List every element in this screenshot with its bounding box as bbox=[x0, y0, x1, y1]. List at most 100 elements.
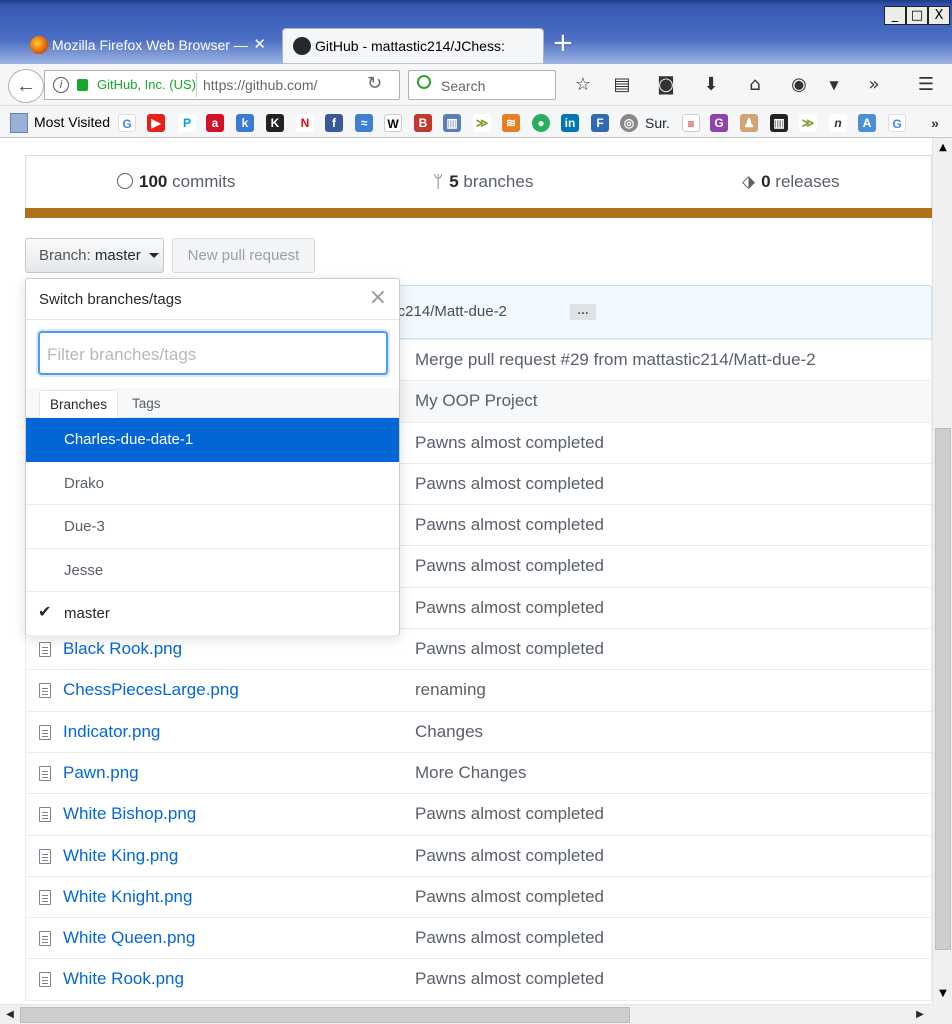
commit-message-link[interactable]: Pawns almost completed bbox=[415, 928, 604, 948]
pocket-icon[interactable]: ◙ bbox=[654, 74, 678, 96]
bookmark-icon[interactable]: K bbox=[266, 114, 284, 132]
commit-message-link[interactable]: Pawns almost completed bbox=[415, 598, 604, 618]
bookmark-icon[interactable]: ▥ bbox=[443, 114, 461, 132]
site-identity[interactable]: GitHub, Inc. (US) bbox=[97, 77, 196, 92]
scroll-left-icon[interactable]: ◀ bbox=[2, 1007, 18, 1023]
commit-message-link[interactable]: Pawns almost completed bbox=[415, 433, 604, 453]
commit-message-link[interactable]: Pawns almost completed bbox=[415, 474, 604, 494]
close-icon[interactable]: × bbox=[369, 285, 387, 310]
bookmark-icon[interactable]: F bbox=[591, 114, 609, 132]
releases-link[interactable]: ⬗ 0 releases bbox=[742, 172, 840, 192]
commit-message-link[interactable]: Merge pull request #29 from mattastic214… bbox=[415, 350, 816, 370]
ask-bookmark-icon[interactable]: a bbox=[206, 114, 224, 132]
privacy-badger-icon[interactable]: ◉ bbox=[787, 74, 811, 96]
filter-branches-input[interactable]: Filter branches/tags bbox=[38, 331, 388, 375]
branch-item[interactable]: Jesse bbox=[26, 549, 399, 593]
flag-bookmark-icon[interactable]: ≡ bbox=[682, 114, 700, 132]
bookmark-icon[interactable]: G bbox=[710, 114, 728, 132]
commit-message-link[interactable]: Pawns almost completed bbox=[415, 887, 604, 907]
branch-item[interactable]: ✔ master bbox=[26, 592, 399, 636]
scroll-down-icon[interactable]: ▼ bbox=[936, 986, 950, 1002]
commit-message-link[interactable]: renaming bbox=[415, 680, 486, 700]
bookmark-icon[interactable]: ● bbox=[532, 114, 550, 132]
branch-select-button[interactable]: Branch: master bbox=[25, 238, 164, 273]
tab-firefox[interactable]: Mozilla Firefox Web Browser — ✕ bbox=[20, 28, 278, 64]
new-pull-request-button[interactable]: New pull request bbox=[172, 238, 315, 273]
bookmark-icon[interactable]: ≋ bbox=[502, 114, 520, 132]
globe-bookmark-icon[interactable]: ◎ bbox=[620, 114, 638, 132]
reload-icon[interactable]: ↻ bbox=[367, 73, 382, 94]
download-icon[interactable]: ⬇ bbox=[699, 74, 723, 96]
file-name-link[interactable]: ChessPiecesLarge.png bbox=[63, 680, 239, 700]
overflow-icon[interactable]: » bbox=[862, 74, 886, 96]
wikipedia-bookmark-icon[interactable]: W bbox=[384, 114, 402, 132]
tab-tags[interactable]: Tags bbox=[122, 390, 171, 419]
commits-link[interactable]: 100 commits bbox=[117, 172, 235, 192]
bookmark-icon[interactable]: ♟ bbox=[740, 114, 758, 132]
language-bar[interactable] bbox=[25, 208, 932, 218]
search-bar[interactable]: Search bbox=[408, 70, 556, 100]
file-name-link[interactable]: White Rook.png bbox=[63, 969, 184, 989]
bookmark-icon[interactable]: B bbox=[414, 114, 432, 132]
menu-icon[interactable]: ☰ bbox=[914, 74, 938, 96]
bookmark-icon[interactable]: ▥ bbox=[770, 114, 788, 132]
netflix-bookmark-icon[interactable]: N bbox=[296, 114, 314, 132]
url-bar[interactable]: i GitHub, Inc. (US) https://github.com/ … bbox=[44, 70, 400, 100]
commit-message-link[interactable]: Pawns almost completed bbox=[415, 846, 604, 866]
close-window-button[interactable]: X bbox=[928, 6, 950, 25]
branch-item[interactable]: Due-3 bbox=[26, 505, 399, 549]
bookmark-most-visited[interactable]: Most Visited bbox=[8, 113, 110, 133]
commit-message-link[interactable]: Pawns almost completed bbox=[415, 804, 604, 824]
commit-message-link[interactable]: Pawns almost completed bbox=[415, 969, 604, 989]
paypal-bookmark-icon[interactable]: P bbox=[178, 114, 196, 132]
horizontal-scrollbar[interactable]: ◀ ▶ bbox=[0, 1004, 932, 1024]
commit-message-link[interactable]: Pawns almost completed bbox=[415, 639, 604, 659]
bookmark-icon[interactable]: ≫ bbox=[473, 114, 491, 132]
tab-close-icon[interactable]: ✕ bbox=[253, 28, 266, 62]
scrollbar-thumb[interactable] bbox=[935, 428, 951, 950]
bookmark-star-icon[interactable]: ☆ bbox=[571, 74, 595, 96]
bookmark-icon[interactable]: k bbox=[236, 114, 254, 132]
commit-message-link[interactable]: More Changes bbox=[415, 763, 527, 783]
branch-item[interactable]: Charles-due-date-1 bbox=[26, 418, 399, 462]
file-name-link[interactable]: White Bishop.png bbox=[63, 804, 196, 824]
facebook-bookmark-icon[interactable]: f bbox=[325, 114, 343, 132]
commit-message-link[interactable]: My OOP Project bbox=[415, 391, 538, 411]
scroll-up-icon[interactable]: ▲ bbox=[936, 140, 950, 156]
back-button[interactable]: ← bbox=[8, 69, 44, 103]
bookmarks-overflow-icon[interactable]: » bbox=[926, 114, 944, 132]
translate-bookmark-icon[interactable]: A bbox=[858, 114, 876, 132]
youtube-bookmark-icon[interactable]: ▶ bbox=[147, 114, 165, 132]
scroll-right-icon[interactable]: ▶ bbox=[912, 1007, 928, 1023]
file-name-link[interactable]: White King.png bbox=[63, 846, 178, 866]
branch-item[interactable]: Drako bbox=[26, 462, 399, 506]
linkedin-bookmark-icon[interactable]: in bbox=[561, 114, 579, 132]
maximize-button[interactable]: □ bbox=[906, 6, 928, 25]
google-bookmark-icon[interactable]: G bbox=[888, 114, 906, 132]
google-bookmark-icon[interactable]: G bbox=[118, 114, 136, 132]
chevron-down-icon[interactable]: ▼ bbox=[822, 74, 846, 96]
scrollbar-thumb[interactable] bbox=[20, 1007, 630, 1023]
bookmark-icon[interactable]: ≫ bbox=[799, 114, 817, 132]
commit-message-link[interactable]: Pawns almost completed bbox=[415, 556, 604, 576]
file-name-link[interactable]: Indicator.png bbox=[63, 722, 160, 742]
file-name-link[interactable]: White Queen.png bbox=[63, 928, 195, 948]
minimize-button[interactable]: _ bbox=[884, 6, 906, 25]
file-name-link[interactable]: Black Rook.png bbox=[63, 639, 182, 659]
bookmark-sur[interactable]: Sur. bbox=[645, 115, 670, 131]
bookmark-icon[interactable]: ≈ bbox=[355, 114, 373, 132]
info-icon[interactable]: i bbox=[53, 77, 69, 93]
url-text[interactable]: https://github.com/ bbox=[203, 77, 353, 93]
tab-github[interactable]: GitHub - mattastic214/JChess: bbox=[282, 28, 544, 64]
file-name-link[interactable]: White Knight.png bbox=[63, 887, 192, 907]
commit-message-link[interactable]: Pawns almost completed bbox=[415, 515, 604, 535]
vertical-scrollbar[interactable]: ▲ ▼ bbox=[932, 138, 952, 1004]
commit-message-link[interactable]: Changes bbox=[415, 722, 483, 742]
bookmark-icon[interactable]: n bbox=[829, 114, 847, 132]
home-icon[interactable]: ⌂ bbox=[743, 74, 767, 96]
new-tab-button[interactable]: + bbox=[552, 26, 574, 60]
reading-list-icon[interactable]: ▤ bbox=[610, 74, 634, 96]
file-name-link[interactable]: Pawn.png bbox=[63, 763, 139, 783]
tab-branches[interactable]: Branches bbox=[39, 390, 119, 419]
expand-commit-button[interactable]: … bbox=[570, 304, 596, 320]
